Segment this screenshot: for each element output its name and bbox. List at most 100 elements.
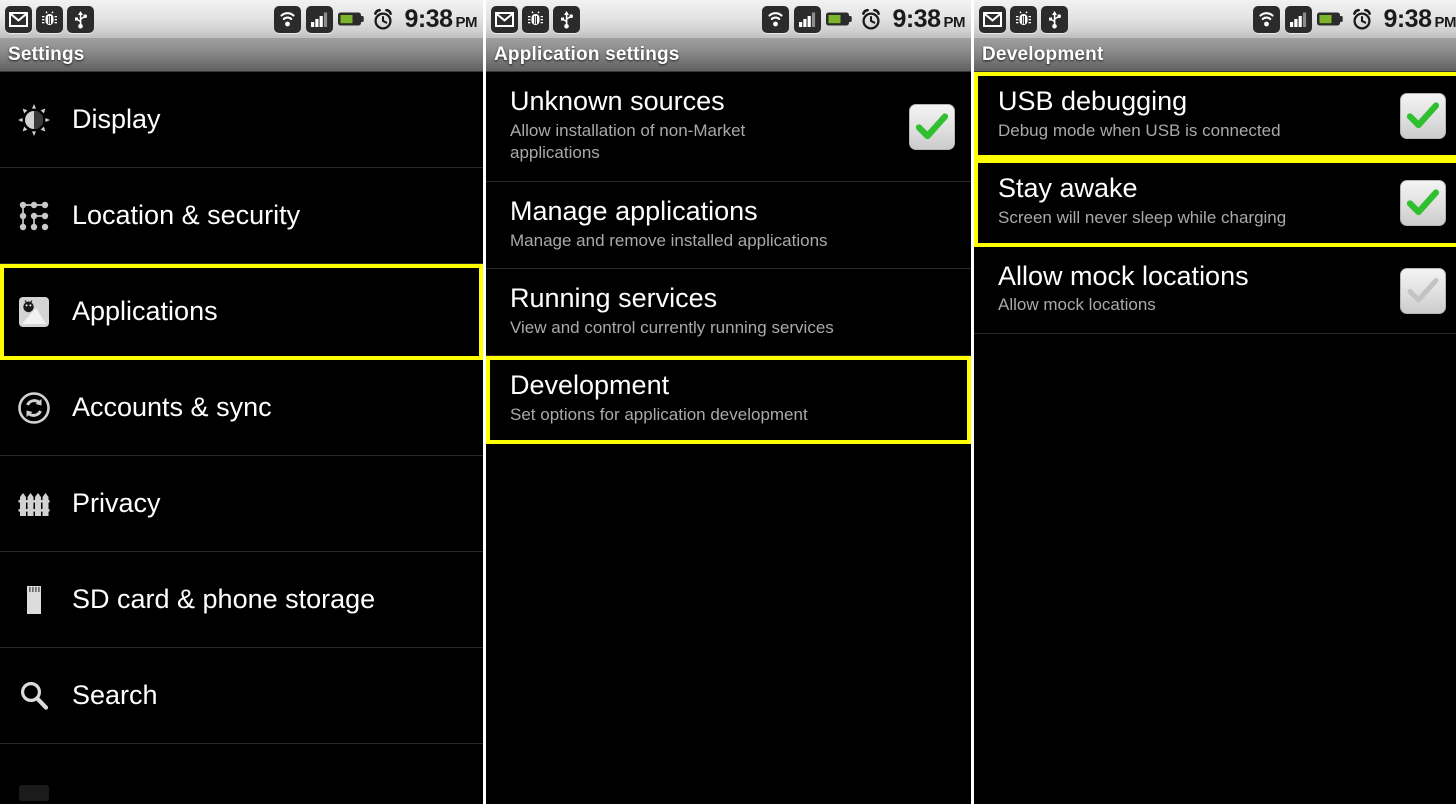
battery-charging-icon	[825, 5, 853, 33]
list-item-text: USB debugging Debug mode when USB is con…	[998, 86, 1400, 142]
status-bar-clock: 9:38 PM	[892, 4, 966, 33]
status-bar-notification-icons	[490, 5, 580, 33]
clock-time: 9:38	[892, 4, 941, 33]
checkbox-allow-mock-locations[interactable]	[1400, 267, 1446, 314]
clock-time: 9:38	[1383, 4, 1432, 33]
empty-list-area	[974, 333, 1456, 754]
pattern-lock-dots-icon	[16, 198, 52, 234]
keyboard-icon	[16, 774, 52, 804]
sidebar-item-accounts-sync[interactable]: Accounts & sync	[0, 360, 483, 456]
sidebar-item-sd-card-storage[interactable]: SD card & phone storage	[0, 552, 483, 648]
list-item-summary: Screen will never sleep while charging	[998, 208, 1287, 228]
checkbox-usb-debugging[interactable]	[1400, 93, 1446, 140]
usb-icon	[1040, 5, 1068, 33]
list-item-running-services[interactable]: Running services View and control curren…	[486, 269, 971, 357]
status-bar-system-icons: 9:38 PM	[761, 5, 965, 33]
status-bar-system-icons: 9:38 PM	[1252, 5, 1456, 33]
list-item-title: Development	[510, 370, 670, 401]
list-item-text: Unknown sources Allow installation of no…	[510, 86, 909, 165]
list-item-stay-awake[interactable]: Stay awake Screen will never sleep while…	[974, 159, 1456, 247]
clock-time: 9:38	[404, 4, 453, 33]
sidebar-item-label: Accounts & sync	[72, 391, 272, 422]
android-app-icon	[16, 294, 52, 330]
fence-icon	[16, 486, 52, 522]
list-item-text: Allow mock locations Allow mock location…	[998, 261, 1400, 317]
wifi-icon	[273, 5, 301, 33]
status-bar-notification-icons	[978, 5, 1068, 33]
list-item-summary: View and control currently running servi…	[510, 317, 834, 337]
list-item-unknown-sources[interactable]: Unknown sources Allow installation of no…	[486, 72, 971, 182]
gmail-icon	[4, 5, 32, 33]
sync-refresh-icon	[16, 390, 52, 426]
android-debug-bug-icon	[521, 5, 549, 33]
status-bar: 9:38 PM	[974, 0, 1456, 38]
wifi-icon	[1252, 5, 1280, 33]
list-item-usb-debugging[interactable]: USB debugging Debug mode when USB is con…	[974, 72, 1456, 160]
list-item-development[interactable]: Development Set options for application …	[486, 356, 971, 444]
alarm-clock-icon	[857, 5, 885, 33]
panel-application-settings: 9:38 PM Application settings Unknown sour…	[486, 0, 971, 804]
list-item-title: Running services	[510, 283, 718, 314]
usb-icon	[66, 5, 94, 33]
sidebar-item-search[interactable]: Search	[0, 648, 483, 744]
clock-ampm: PM	[943, 13, 966, 31]
magnifier-icon	[16, 678, 52, 714]
empty-list-area	[486, 443, 971, 764]
application-settings-list: Unknown sources Allow installation of no…	[486, 72, 971, 764]
list-item-summary: Manage and remove installed applications	[510, 230, 828, 250]
page-title: Settings	[8, 43, 85, 65]
title-bar-settings: Settings	[0, 38, 483, 72]
sd-card-icon	[16, 582, 52, 618]
gmail-icon	[978, 5, 1006, 33]
list-item-text: Stay awake Screen will never sleep while…	[998, 173, 1400, 229]
checkbox-unknown-sources[interactable]	[909, 104, 955, 151]
list-item-title: Manage applications	[510, 195, 758, 226]
sidebar-item-label: Display	[72, 103, 161, 134]
title-bar-application-settings: Application settings	[486, 38, 971, 72]
brightness-sun-icon	[16, 102, 52, 138]
list-item-text: Running services View and control curren…	[510, 283, 955, 339]
list-item-summary: Allow installation of non-Market applica…	[510, 120, 746, 163]
panel-settings: 9:38 PM Settings Display Location & secu…	[0, 0, 483, 804]
list-item-manage-applications[interactable]: Manage applications Manage and remove in…	[486, 181, 971, 270]
sidebar-item-label: Search	[72, 679, 158, 710]
sidebar-item-applications[interactable]: Applications	[0, 264, 483, 360]
sidebar-item-location-security[interactable]: Location & security	[0, 168, 483, 264]
list-item-text: Manage applications Manage and remove in…	[510, 196, 955, 252]
list-item-title: Allow mock locations	[998, 260, 1249, 291]
title-bar-development: Development	[974, 38, 1456, 72]
sidebar-item-label: Privacy	[72, 487, 161, 518]
three-panel-screenshot-strip: 9:38 PM Settings Display Location & secu…	[0, 0, 1456, 804]
sidebar-item-label: SD card & phone storage	[72, 583, 376, 614]
page-title: Development	[982, 43, 1104, 65]
list-item-text: Development Set options for application …	[510, 370, 955, 426]
status-bar-clock: 9:38 PM	[1383, 4, 1456, 33]
page-title: Application settings	[494, 43, 680, 65]
clock-ampm: PM	[455, 13, 478, 31]
sidebar-item-privacy[interactable]: Privacy	[0, 456, 483, 552]
status-bar-system-icons: 9:38 PM	[273, 5, 477, 33]
usb-icon	[552, 5, 580, 33]
clock-ampm: PM	[1434, 13, 1456, 31]
battery-charging-icon	[337, 5, 365, 33]
status-bar-clock: 9:38 PM	[404, 4, 478, 33]
android-debug-bug-icon	[1009, 5, 1037, 33]
status-bar: 9:38 PM	[486, 0, 971, 38]
android-debug-bug-icon	[35, 5, 63, 33]
battery-charging-icon	[1316, 5, 1344, 33]
status-bar: 9:38 PM	[0, 0, 483, 38]
checkbox-stay-awake[interactable]	[1400, 180, 1446, 227]
list-item-allow-mock-locations[interactable]: Allow mock locations Allow mock location…	[974, 246, 1456, 334]
list-item-summary: Debug mode when USB is connected	[998, 120, 1281, 140]
wifi-icon	[761, 5, 789, 33]
sidebar-item-display[interactable]: Display	[0, 72, 483, 168]
list-item-summary: Allow mock locations	[998, 295, 1156, 315]
sidebar-item-partially-visible[interactable]	[0, 744, 483, 804]
list-item-title: Stay awake	[998, 173, 1138, 204]
signal-bars-icon	[1284, 5, 1312, 33]
panel-development: 9:38 PM Development USB debugging Debug m…	[974, 0, 1456, 804]
list-item-title: USB debugging	[998, 86, 1188, 116]
signal-bars-icon	[305, 5, 333, 33]
alarm-clock-icon	[1348, 5, 1376, 33]
alarm-clock-icon	[369, 5, 397, 33]
